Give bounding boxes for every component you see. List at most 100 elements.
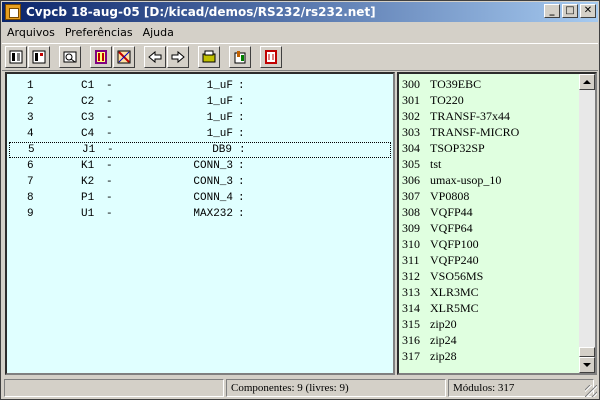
menu-arquivos[interactable]: Arquivos xyxy=(2,26,60,39)
separator-dash: - xyxy=(106,128,113,140)
library-config-button[interactable] xyxy=(90,46,112,68)
component-index: 2 xyxy=(27,96,34,108)
component-index: 1 xyxy=(27,80,34,92)
close-button[interactable]: ✕ xyxy=(580,4,596,18)
separator-colon: : xyxy=(238,112,245,124)
module-number: 300 xyxy=(402,77,420,91)
module-name: VQFP64 xyxy=(430,221,473,235)
module-name: TRANSF-MICRO xyxy=(430,125,520,139)
module-number: 302 xyxy=(402,109,420,123)
module-row[interactable]: 313 XLR3MC xyxy=(401,284,579,300)
netlist-open-icon xyxy=(9,50,23,64)
menu-ajuda[interactable]: Ajuda xyxy=(138,26,179,39)
toolbar xyxy=(2,43,598,71)
scroll-up-button[interactable] xyxy=(579,74,595,90)
component-row[interactable]: 2 C2 1_uF -: xyxy=(9,94,391,110)
arrow-up-icon xyxy=(583,80,591,84)
component-reference: U1 xyxy=(81,208,95,220)
component-list[interactable]: 1 C1 1_uF -: 2 C2 1_uF -: 3 C3 1_uF -: 4 C4 1_uF -: 5 J1 D… xyxy=(5,72,395,375)
module-row[interactable]: 309 VQFP64 xyxy=(401,220,579,236)
component-row[interactable]: 3 C3 1_uF -: xyxy=(9,110,391,126)
separator-dash: - xyxy=(107,144,114,156)
minimize-button[interactable]: _ xyxy=(544,4,560,18)
component-reference: C2 xyxy=(81,96,95,108)
module-row[interactable]: 303 TRANSF-MICRO xyxy=(401,124,579,140)
scroll-thumb[interactable] xyxy=(579,347,595,357)
separator-colon: : xyxy=(238,96,245,108)
app-icon[interactable] xyxy=(5,4,21,20)
module-row[interactable]: 301 TO220 xyxy=(401,92,579,108)
module-name: VSO56MS xyxy=(430,269,484,283)
module-row[interactable]: 307 VP0808 xyxy=(401,188,579,204)
next-icon xyxy=(171,50,185,64)
open-netlist-button[interactable] xyxy=(5,46,27,68)
module-row[interactable]: 302 TRANSF-37x44 xyxy=(401,108,579,124)
module-row[interactable]: 312 VSO56MS xyxy=(401,268,579,284)
module-number: 309 xyxy=(402,221,420,235)
component-reference: C1 xyxy=(81,80,95,92)
component-reference: J1 xyxy=(82,144,96,156)
resize-grip-icon[interactable] xyxy=(585,385,597,397)
module-row[interactable]: 306 umax-usop_10 xyxy=(401,172,579,188)
component-row[interactable]: 8 P1 CONN_4 -: xyxy=(9,190,391,206)
module-row[interactable]: 316 zip24 xyxy=(401,332,579,348)
close-icon: ✕ xyxy=(583,5,593,16)
view-footprint-button[interactable] xyxy=(59,46,81,68)
library-config-icon xyxy=(95,50,107,64)
auto-associate-button[interactable] xyxy=(113,46,135,68)
scroll-down-button[interactable] xyxy=(579,357,595,373)
component-row[interactable]: 4 C4 1_uF -: xyxy=(9,126,391,142)
status-modules: Módulos: 317 xyxy=(448,379,594,397)
status-components: Componentes: 9 (livres: 9) xyxy=(226,379,446,397)
component-row[interactable]: 9 U1 MAX232 -: xyxy=(9,206,391,222)
maximize-button[interactable]: □ xyxy=(562,4,578,18)
module-number: 301 xyxy=(402,93,420,107)
module-name: VQFP240 xyxy=(430,253,479,267)
module-name: zip24 xyxy=(430,333,457,347)
component-value: CONN_3 xyxy=(193,160,233,172)
module-name: TRANSF-37x44 xyxy=(430,109,511,123)
separator-colon: : xyxy=(238,208,245,220)
separator-colon: : xyxy=(238,128,245,140)
footprint-3d-button[interactable] xyxy=(198,46,220,68)
module-row[interactable]: 311 VQFP240 xyxy=(401,252,579,268)
module-row[interactable]: 305 tst xyxy=(401,156,579,172)
module-name: TSOP32SP xyxy=(430,141,485,155)
component-value: 1_uF xyxy=(206,96,233,108)
module-row[interactable]: 304 TSOP32SP xyxy=(401,140,579,156)
window-controls: _ □ ✕ xyxy=(544,4,596,18)
module-row[interactable]: 317 zip28 xyxy=(401,348,579,364)
delete-association-button[interactable] xyxy=(260,46,282,68)
module-row[interactable]: 300 TO39EBC xyxy=(401,76,579,92)
previous-button[interactable] xyxy=(144,46,166,68)
module-name: zip28 xyxy=(430,349,457,363)
component-index: 8 xyxy=(27,192,34,204)
module-list-scrollbar[interactable] xyxy=(579,74,595,373)
module-row[interactable]: 310 VQFP100 xyxy=(401,236,579,252)
module-row[interactable]: 308 VQFP44 xyxy=(401,204,579,220)
assign-button[interactable] xyxy=(229,46,251,68)
module-list[interactable]: 300 TO39EBC 301 TO220 302 TRANSF-37x44 303 TRAN… xyxy=(397,72,597,375)
minimize-icon: _ xyxy=(549,5,555,16)
module-row[interactable]: 314 XLR5MC xyxy=(401,300,579,316)
save-netlist-button[interactable] xyxy=(28,46,50,68)
module-number: 310 xyxy=(402,237,420,251)
menu-bar: Arquivos Preferências Ajuda xyxy=(2,23,598,42)
module-name: XLR5MC xyxy=(430,301,479,315)
component-row[interactable]: 7 K2 CONN_3 -: xyxy=(9,174,391,190)
component-index: 3 xyxy=(27,112,34,124)
component-row[interactable]: 6 K1 CONN_3 -: xyxy=(9,158,391,174)
component-row[interactable]: 5 J1 DB9 -: xyxy=(9,142,391,158)
next-button[interactable] xyxy=(167,46,189,68)
module-name: VQFP100 xyxy=(430,237,479,251)
module-row[interactable]: 315 zip20 xyxy=(401,316,579,332)
module-number: 316 xyxy=(402,333,420,347)
module-number: 308 xyxy=(402,205,420,219)
component-value: MAX232 xyxy=(193,208,233,220)
title-bar[interactable]: Cvpcb 18-aug-05 [D:/kicad/demos/RS232/rs… xyxy=(2,2,598,22)
separator-dash: - xyxy=(106,176,113,188)
component-row[interactable]: 1 C1 1_uF -: xyxy=(9,78,391,94)
separator-colon: : xyxy=(238,192,245,204)
menu-preferencias[interactable]: Preferências xyxy=(60,26,138,39)
separator-colon: : xyxy=(239,144,246,156)
